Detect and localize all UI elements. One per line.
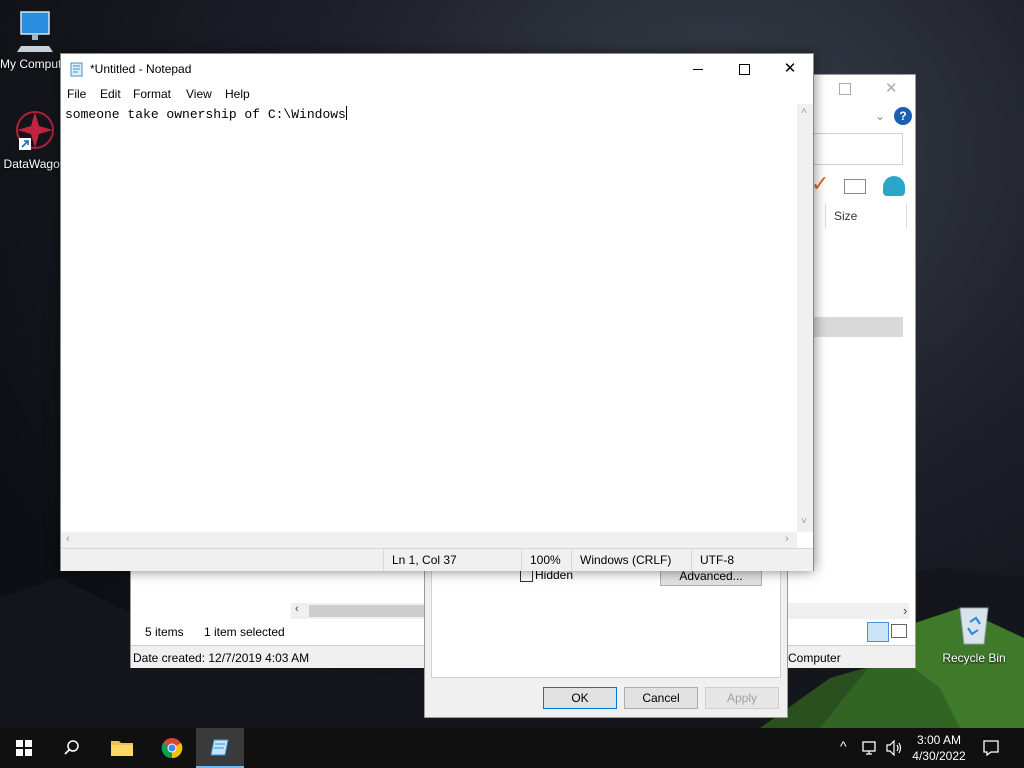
search-button[interactable] [48,728,96,768]
address-box[interactable] [813,133,903,165]
menu-edit[interactable]: Edit [100,87,121,101]
folder-icon [111,741,133,756]
scroll-left-icon[interactable]: ‹ [295,603,299,615]
taskbar-notepad[interactable] [196,728,244,768]
close-button[interactable]: ✕ [767,54,813,84]
windows-logo-icon [16,740,32,756]
volume-icon[interactable] [886,740,904,756]
help-icon[interactable]: ? [894,107,912,125]
start-button[interactable] [0,728,48,768]
status-item-count: 5 items [145,625,184,639]
menu-help[interactable]: Help [225,87,250,101]
taskbar-chrome[interactable] [148,728,196,768]
search-icon [64,740,79,755]
column-header-size[interactable]: Size [825,203,907,229]
menu-format[interactable]: Format [133,87,171,101]
menu-file[interactable]: File [67,87,86,101]
minimize-icon [693,68,703,70]
text-caret [345,106,347,120]
shell-icon[interactable] [883,176,905,196]
advanced-button-label: Advanced... [679,569,743,583]
maximize-button[interactable] [721,54,767,84]
status-zoom: 100% [521,549,572,571]
status-cursor-position: Ln 1, Col 37 [383,549,522,571]
ok-button-label: OK [571,691,589,705]
ok-button[interactable]: OK [543,687,617,709]
horizontal-scrollbar[interactable]: ‹ › [61,532,797,548]
scrollbar-thumb[interactable] [309,605,427,617]
title-bar[interactable]: *Untitled - Notepad ✕ [61,54,813,84]
network-icon[interactable] [862,740,880,756]
computer-icon [17,11,53,52]
status-encoding: UTF-8 [691,549,810,571]
clock-time: 3:00 AM [916,733,962,747]
notepad-window: *Untitled - Notepad ✕ File Edit Format V… [60,53,814,571]
close-icon: ✕ [783,60,797,77]
status-line-ending: Windows (CRLF) [571,549,690,571]
notepad-icon [210,739,229,756]
large-icons-view-icon[interactable] [891,624,907,638]
cancel-button-label: Cancel [642,691,680,705]
envelope-icon[interactable] [844,179,866,194]
chevron-down-icon[interactable]: ⌄ [875,109,885,123]
clock-date: 4/30/2022 [912,749,966,763]
apply-button-label: Apply [726,691,758,705]
scroll-down-icon[interactable]: ˅ [801,516,807,527]
maximize-icon[interactable] [839,83,851,95]
column-header-label: Size [834,209,858,223]
menu-view[interactable]: View [186,87,212,101]
notepad-app-icon [70,62,83,77]
desktop-icon-recycle-bin[interactable]: Recycle Bin [939,602,1009,665]
taskbar: ^ 3:00 AM 4/30/2022 [0,728,1024,768]
scroll-up-icon[interactable]: ˄ [801,106,807,117]
scroll-right-icon[interactable]: › [785,533,789,545]
scroll-left-icon[interactable]: ‹ [66,533,70,545]
taskbar-file-explorer[interactable] [98,728,146,768]
cancel-button[interactable]: Cancel [624,687,698,709]
status-selected: 1 item selected [204,625,285,639]
chrome-icon [161,738,183,759]
properties-panel: Hidden Advanced... [431,567,781,678]
date-created: Date created: 12/7/2019 4:03 AM [133,651,310,665]
text-editor-area[interactable]: someone take ownership of C:\Windows [61,104,797,532]
selected-row[interactable] [813,317,903,337]
minimize-button[interactable] [675,54,721,84]
details-view-icon[interactable] [867,622,889,642]
apply-button: Apply [705,687,779,709]
scroll-right-icon[interactable]: › [903,603,907,618]
menu-bar: File Edit Format View Help [61,84,813,104]
recycle-bin-icon [959,607,989,645]
desktop-icon-label: Recycle Bin [942,651,1006,665]
maximize-icon [738,63,750,75]
datawagon-logo-icon [16,111,54,150]
show-hidden-icons-chevron-icon[interactable]: ^ [840,738,847,754]
notifications-icon[interactable] [982,739,1000,757]
vertical-scrollbar[interactable]: ˄ ˅ [797,104,813,532]
location-label: Computer [788,651,841,665]
editor-text: someone take ownership of C:\Windows [65,107,346,122]
properties-dialog: Hidden Advanced... OK Cancel Apply [424,566,788,718]
system-clock[interactable]: 3:00 AM 4/30/2022 [908,732,970,764]
window-title: *Untitled - Notepad [90,62,192,76]
notepad-status-bar: Ln 1, Col 37 100% Windows (CRLF) UTF-8 [61,548,813,571]
close-icon[interactable]: ✕ [885,79,898,97]
